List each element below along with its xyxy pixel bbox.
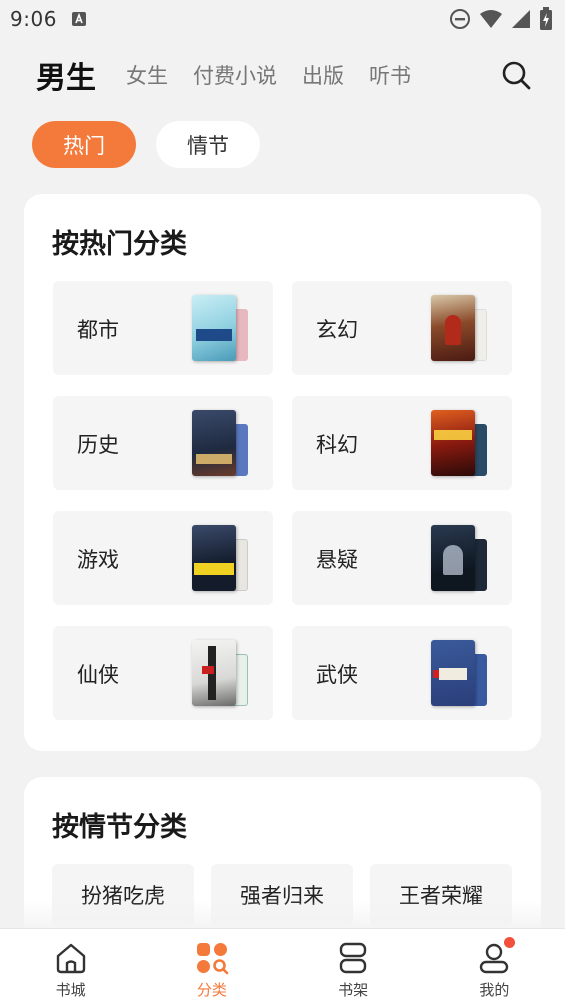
notification-badge xyxy=(504,937,516,948)
status-bar: 9:06 xyxy=(0,0,565,38)
bottom-nav-label: 书城 xyxy=(55,981,86,999)
category-tile-fantasy[interactable]: 玄幻 xyxy=(292,281,512,375)
status-right xyxy=(449,7,553,31)
category-label: 悬疑 xyxy=(316,548,358,572)
category-tile-game[interactable]: 游戏 xyxy=(53,511,273,605)
category-tile-scifi[interactable]: 科幻 xyxy=(292,396,512,490)
bottom-nav-bookstore[interactable]: 书城 xyxy=(0,929,141,1004)
book-cover-image xyxy=(431,410,489,476)
scroll-fade xyxy=(0,900,565,930)
tab-male[interactable]: 男生 xyxy=(36,53,96,97)
category-tile-urban[interactable]: 都市 xyxy=(53,281,273,375)
category-label: 武侠 xyxy=(316,663,358,687)
category-label: 科幻 xyxy=(316,433,358,457)
popular-section-title: 按热门分类 xyxy=(52,229,187,260)
book-cover-image xyxy=(192,640,250,706)
book-cover-image xyxy=(192,295,250,361)
status-left: 9:06 xyxy=(10,7,87,31)
status-time: 9:06 xyxy=(10,7,57,31)
do-not-disturb-icon xyxy=(449,8,471,30)
search-icon[interactable] xyxy=(501,60,531,90)
book-cover-image xyxy=(431,295,489,361)
bottom-nav-label: 分类 xyxy=(196,981,227,999)
wifi-icon xyxy=(479,9,503,29)
bottom-nav: 书城 分类 书架 我的 xyxy=(0,928,565,1004)
tab-published[interactable]: 出版 xyxy=(302,60,344,90)
chip-plot[interactable]: 情节 xyxy=(156,121,260,168)
popular-categories-card: 按热门分类 都市 玄幻 历史 科幻 游戏 悬疑 仙侠 武侠 xyxy=(24,194,541,751)
bottom-nav-profile[interactable]: 我的 xyxy=(424,929,565,1004)
category-label: 玄幻 xyxy=(316,318,358,342)
category-grid: 都市 玄幻 历史 科幻 游戏 悬疑 仙侠 武侠 xyxy=(53,281,512,720)
font-notification-icon xyxy=(71,11,87,27)
book-cover-image xyxy=(431,640,489,706)
plot-section-title: 按情节分类 xyxy=(52,812,187,843)
book-cover-image xyxy=(431,525,489,591)
category-tile-history[interactable]: 历史 xyxy=(53,396,273,490)
category-label: 仙侠 xyxy=(77,663,119,687)
category-label: 游戏 xyxy=(77,548,119,572)
category-label: 历史 xyxy=(77,433,119,457)
bottom-nav-label: 书架 xyxy=(338,981,369,999)
bookshelf-icon xyxy=(336,941,370,975)
profile-icon xyxy=(477,937,516,975)
category-tile-mystery[interactable]: 悬疑 xyxy=(292,511,512,605)
bottom-nav-label: 我的 xyxy=(479,981,510,999)
book-cover-image xyxy=(192,525,250,591)
chip-popular[interactable]: 热门 xyxy=(32,121,136,168)
home-icon xyxy=(54,941,88,975)
filter-chips: 热门 情节 xyxy=(32,121,260,168)
top-nav: 男生 女生 付费小说 出版 听书 xyxy=(0,50,565,100)
tab-paid-novels[interactable]: 付费小说 xyxy=(193,60,277,90)
bottom-nav-bookshelf[interactable]: 书架 xyxy=(283,929,424,1004)
tab-audiobooks[interactable]: 听书 xyxy=(369,60,411,90)
category-label: 都市 xyxy=(77,318,119,342)
signal-icon xyxy=(511,9,531,29)
category-icon xyxy=(195,941,229,975)
book-cover-image xyxy=(192,410,250,476)
category-tile-wuxia[interactable]: 武侠 xyxy=(292,626,512,720)
tab-female[interactable]: 女生 xyxy=(126,60,168,90)
category-tile-xianxia[interactable]: 仙侠 xyxy=(53,626,273,720)
bottom-nav-category[interactable]: 分类 xyxy=(141,929,282,1004)
battery-icon xyxy=(539,7,553,31)
